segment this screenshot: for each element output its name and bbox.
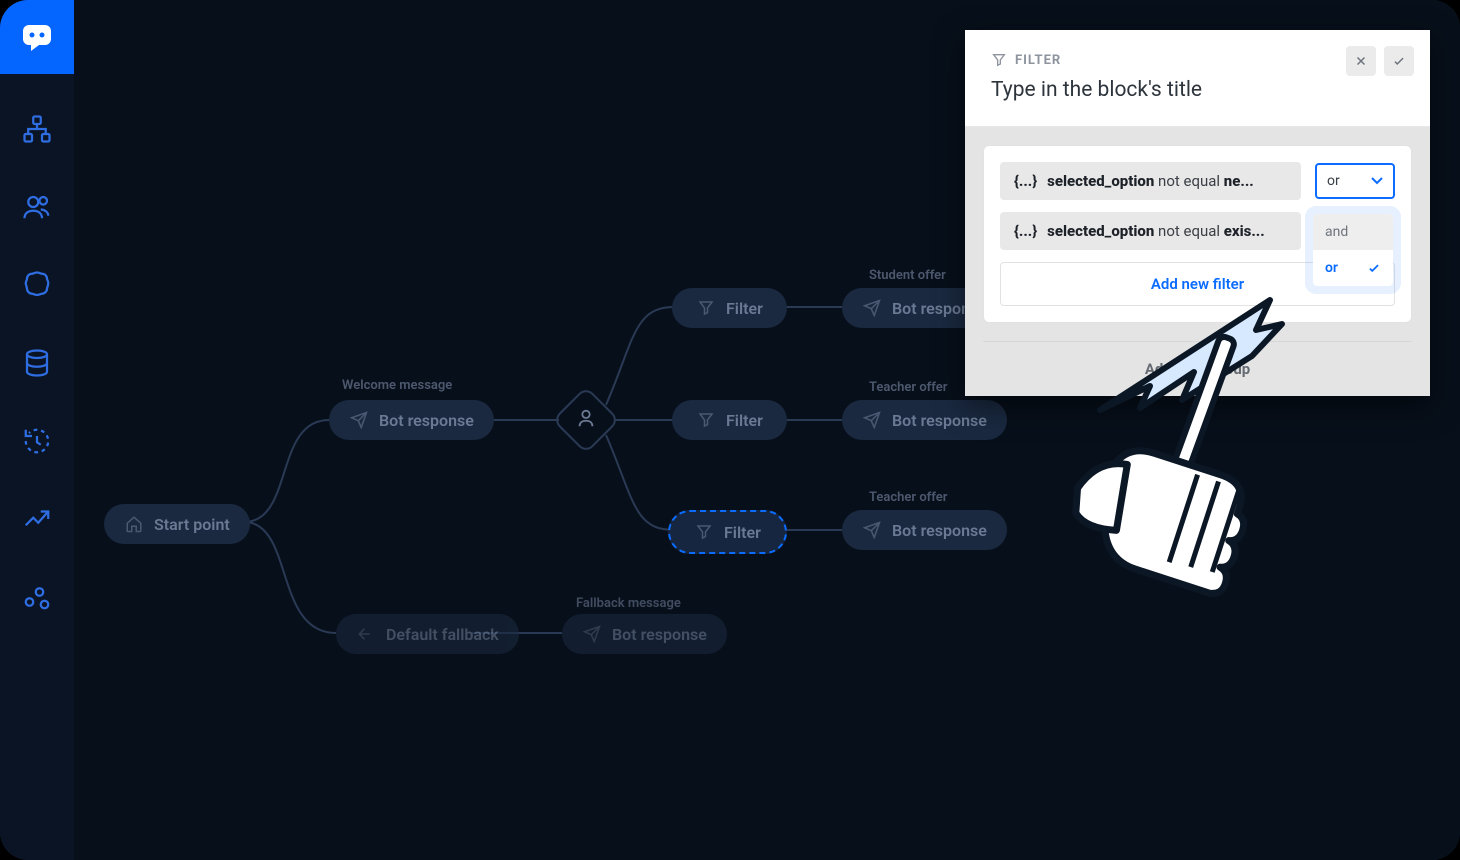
check-icon	[1367, 261, 1381, 275]
send-icon	[862, 298, 882, 318]
panel-title[interactable]: Type in the block's title	[991, 78, 1404, 102]
nav-scatter-icon[interactable]	[20, 580, 54, 614]
filter-2-val: exis...	[1224, 222, 1265, 240]
confirm-button[interactable]	[1384, 46, 1414, 76]
node-teacher-response-2[interactable]: Bot response	[842, 510, 1007, 550]
label-teacher-2: Teacher offer	[869, 490, 947, 505]
filter-icon	[696, 410, 716, 430]
label-student: Student offer	[869, 268, 946, 283]
node-teacher-response-1-label: Bot response	[892, 411, 987, 430]
node-filter-1[interactable]: Filter	[672, 288, 787, 328]
dropdown-or-label: or	[1325, 260, 1338, 276]
node-teacher-response-1[interactable]: Bot response	[842, 400, 1007, 440]
node-fallback-response-label: Bot response	[612, 625, 707, 644]
node-filter-3[interactable]: Filter	[668, 510, 787, 554]
node-teacher-response-2-label: Bot response	[892, 521, 987, 540]
filter-card: {...} selected_option not equal ne... or	[983, 145, 1412, 323]
fallback-icon	[356, 624, 376, 644]
braces-icon: {...}	[1014, 172, 1037, 190]
connector-select[interactable]: or	[1315, 163, 1395, 199]
filter-icon	[991, 52, 1007, 68]
add-group-button[interactable]: Add filter group	[983, 341, 1412, 378]
dropdown-option-and[interactable]: and	[1313, 214, 1393, 250]
node-start[interactable]: Start point	[104, 504, 250, 544]
label-teacher-1: Teacher offer	[869, 380, 947, 395]
node-fallback-response[interactable]: Bot response	[562, 614, 727, 654]
add-filter-label: Add new filter	[1151, 275, 1244, 293]
connector-dropdown: and or	[1313, 214, 1393, 286]
filter-1-op: not equal	[1158, 172, 1220, 190]
filter-panel: FILTER Type in the block's title {...} s…	[965, 30, 1430, 396]
filter-1-attr: selected_option	[1047, 172, 1154, 190]
node-welcome-response-label: Bot response	[379, 411, 474, 430]
braces-icon: {...}	[1014, 222, 1037, 240]
node-fallback-label: Default fallback	[386, 625, 499, 644]
close-button[interactable]	[1346, 46, 1376, 76]
home-icon	[124, 514, 144, 534]
nav-sitemap-icon[interactable]	[20, 112, 54, 146]
connector-value: or	[1327, 173, 1340, 189]
filter-condition-1[interactable]: {...} selected_option not equal ne...	[1000, 162, 1301, 200]
nav-users-icon[interactable]	[20, 190, 54, 224]
filter-2-op: not equal	[1158, 222, 1220, 240]
app-logo[interactable]	[0, 0, 74, 74]
nav-history-icon[interactable]	[20, 424, 54, 458]
panel-eyebrow: FILTER	[991, 52, 1404, 68]
node-filter-2[interactable]: Filter	[672, 400, 787, 440]
filter-condition-2[interactable]: {...} selected_option not equal exis...	[1000, 212, 1301, 250]
send-icon	[862, 410, 882, 430]
chevron-down-icon	[1371, 175, 1383, 187]
sidebar	[0, 0, 74, 860]
nav-trend-icon[interactable]	[20, 502, 54, 536]
nav-database-icon[interactable]	[20, 346, 54, 380]
send-icon	[582, 624, 602, 644]
filter-2-attr: selected_option	[1047, 222, 1154, 240]
add-group-label: Add filter group	[1145, 360, 1250, 378]
node-filter-3-label: Filter	[724, 523, 761, 542]
node-start-label: Start point	[154, 515, 230, 534]
filter-icon	[694, 522, 714, 542]
node-welcome-response[interactable]: Bot response	[329, 400, 494, 440]
panel-eyebrow-text: FILTER	[1015, 53, 1061, 68]
dropdown-option-or[interactable]: or	[1313, 250, 1393, 286]
node-fallback[interactable]: Default fallback	[336, 614, 519, 654]
node-user-input[interactable]	[552, 386, 620, 454]
nav-brain-icon[interactable]	[20, 268, 54, 302]
label-welcome: Welcome message	[342, 378, 452, 393]
filter-1-val: ne...	[1224, 172, 1254, 190]
send-icon	[349, 410, 369, 430]
dropdown-and-label: and	[1325, 224, 1348, 240]
send-icon	[862, 520, 882, 540]
node-filter-2-label: Filter	[726, 411, 763, 430]
node-filter-1-label: Filter	[726, 299, 763, 318]
filter-icon	[696, 298, 716, 318]
label-fallback: Fallback message	[576, 596, 681, 611]
